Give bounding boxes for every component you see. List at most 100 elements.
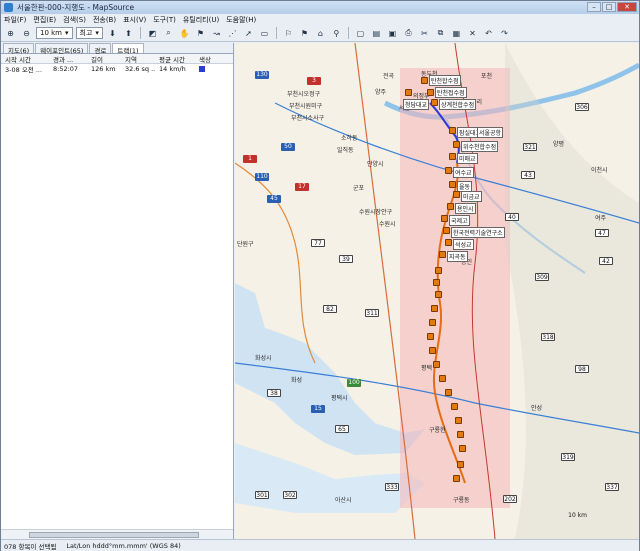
waypoint-label[interactable]: 석성교 xyxy=(453,239,474,250)
cut-icon[interactable]: ✂ xyxy=(418,27,431,40)
print-icon[interactable]: ⎙ xyxy=(402,27,415,40)
menu-tools[interactable]: 도구(T) xyxy=(153,15,176,25)
waypoint-label[interactable]: 국제고 xyxy=(449,215,470,226)
waypoint-icon[interactable] xyxy=(431,305,438,312)
waypoint-icon[interactable] xyxy=(455,417,462,424)
menu-utilities[interactable]: 유틸리티(U) xyxy=(183,15,219,25)
waypoint-icon[interactable] xyxy=(435,291,442,298)
find-poi-icon[interactable]: ⚲ xyxy=(330,27,343,40)
waypoint-icon[interactable] xyxy=(427,333,434,340)
waypoint-label[interactable]: 서울공항 xyxy=(477,127,504,138)
menu-help[interactable]: 도움말(H) xyxy=(226,15,256,25)
col-length[interactable]: 길이 xyxy=(87,54,121,64)
scrollbar-thumb[interactable] xyxy=(29,532,199,538)
waypoint-icon[interactable] xyxy=(459,445,466,452)
waypoint-icon[interactable] xyxy=(421,77,428,84)
redo-icon[interactable]: ↷ xyxy=(498,27,511,40)
waypoint-icon[interactable] xyxy=(445,389,452,396)
waypoint-tool-icon[interactable]: ⚑ xyxy=(194,27,207,40)
zoom-select[interactable]: 10 km ▾ xyxy=(36,27,73,39)
waypoint-icon[interactable] xyxy=(447,203,454,210)
table-row[interactable]: 3-08 오전 ... 8:52:07 126 km 32.6 sq ... 1… xyxy=(1,64,233,73)
waypoint-label[interactable]: 상계천합수점 xyxy=(439,99,477,110)
open-file-icon[interactable]: ▤ xyxy=(370,27,383,40)
track-tool-icon[interactable]: ⋰ xyxy=(226,27,239,40)
tab-maps[interactable]: 지도(6) xyxy=(3,43,35,55)
undo-icon[interactable]: ↶ xyxy=(482,27,495,40)
waypoint-icon[interactable] xyxy=(429,347,436,354)
col-elapsed[interactable]: 경과 ... xyxy=(49,54,87,64)
waypoint-icon[interactable] xyxy=(449,127,456,134)
menu-file[interactable]: 파일(F) xyxy=(4,15,26,25)
device-receive-icon[interactable]: ⬇ xyxy=(106,27,119,40)
copy-icon[interactable]: ⧉ xyxy=(434,27,447,40)
col-avg-speed[interactable]: 평균 시간 xyxy=(155,54,195,64)
waypoint-label[interactable]: 지곡동 xyxy=(447,251,468,262)
waypoint-icon[interactable] xyxy=(445,239,452,246)
menu-view[interactable]: 표시(V) xyxy=(123,15,146,25)
zoom-in-icon[interactable]: ⊕ xyxy=(4,27,17,40)
waypoint-icon[interactable] xyxy=(449,153,456,160)
measure-tool-icon[interactable]: ▭ xyxy=(258,27,271,40)
waypoint-icon[interactable] xyxy=(453,475,460,482)
save-file-icon[interactable]: ▣ xyxy=(386,27,399,40)
hand-tool-icon[interactable]: ✋ xyxy=(178,27,191,40)
minimize-button[interactable]: – xyxy=(587,2,601,12)
waypoint-label[interactable]: 미금교 xyxy=(461,191,482,202)
waypoint-label[interactable]: 탄천접수점 xyxy=(435,87,467,98)
waypoint-label[interactable]: 용인시 xyxy=(455,203,476,214)
map-label: 평택 xyxy=(421,365,433,372)
device-send-icon[interactable]: ⬆ xyxy=(122,27,135,40)
waypoint-icon[interactable] xyxy=(457,431,464,438)
waypoint-label[interactable]: 미매교 xyxy=(457,153,478,164)
tab-tracks[interactable]: 트랙(1) xyxy=(112,43,144,55)
tab-waypoints[interactable]: 웨이포인트(65) xyxy=(35,43,89,55)
tab-routes[interactable]: 경로 xyxy=(89,43,112,55)
waypoint-icon[interactable] xyxy=(433,279,440,286)
find-address-icon[interactable]: ⌂ xyxy=(314,27,327,40)
map-label: 수원시 xyxy=(379,221,396,228)
waypoint-icon[interactable] xyxy=(449,181,456,188)
waypoint-icon[interactable] xyxy=(445,167,452,174)
map-view[interactable]: 전곡 동두천 양주 포천 의정부 구리 서울 부천시오정구 부천시원미구 부천시… xyxy=(235,43,639,539)
waypoint-label[interactable]: 여수교 xyxy=(453,167,474,178)
waypoint-icon[interactable] xyxy=(433,361,440,368)
menu-transfer[interactable]: 전송(B) xyxy=(93,15,116,25)
maximize-button[interactable]: □ xyxy=(602,2,616,12)
paste-icon[interactable]: ▦ xyxy=(450,27,463,40)
menu-edit[interactable]: 편집(E) xyxy=(33,15,56,25)
col-area[interactable]: 지역 xyxy=(121,54,155,64)
find-near-icon[interactable]: ⚑ xyxy=(298,27,311,40)
col-color[interactable]: 색상 xyxy=(195,54,225,64)
waypoint-icon[interactable] xyxy=(427,89,434,96)
waypoint-icon[interactable] xyxy=(453,141,460,148)
col-start-time[interactable]: 시작 시간 xyxy=(1,54,49,64)
waypoint-icon[interactable] xyxy=(435,267,442,274)
new-file-icon[interactable]: ▢ xyxy=(354,27,367,40)
select-tool-icon[interactable]: ➚ xyxy=(242,27,255,40)
menu-search[interactable]: 검색(S) xyxy=(63,15,86,25)
waypoint-icon[interactable] xyxy=(441,215,448,222)
map-tool-icon[interactable]: ◩ xyxy=(146,27,159,40)
waypoint-label[interactable]: 위수천합수점 xyxy=(461,141,499,152)
waypoint-icon[interactable] xyxy=(443,227,450,234)
find-places-icon[interactable]: ⚐ xyxy=(282,27,295,40)
waypoint-icon[interactable] xyxy=(429,319,436,326)
waypoint-icon[interactable] xyxy=(457,461,464,468)
zoom-out-icon[interactable]: ⊖ xyxy=(20,27,33,40)
zoom-tool-icon[interactable]: ⌕ xyxy=(162,27,175,40)
waypoint-label[interactable]: 청담대교 xyxy=(403,99,430,110)
waypoint-icon[interactable] xyxy=(431,99,438,106)
waypoint-icon[interactable] xyxy=(439,251,446,258)
delete-icon[interactable]: ✕ xyxy=(466,27,479,40)
waypoint-label[interactable]: 탄천합수점 xyxy=(429,75,461,86)
waypoint-icon[interactable] xyxy=(453,191,460,198)
horizontal-scrollbar[interactable] xyxy=(1,529,233,539)
waypoint-icon[interactable] xyxy=(451,403,458,410)
waypoint-icon[interactable] xyxy=(405,89,412,96)
waypoint-label[interactable]: 한국전력기술연구소 xyxy=(451,227,505,238)
waypoint-icon[interactable] xyxy=(439,375,446,382)
route-tool-icon[interactable]: ↝ xyxy=(210,27,223,40)
detail-select[interactable]: 최고 ▾ xyxy=(75,27,103,39)
close-button[interactable]: ✕ xyxy=(617,2,637,12)
